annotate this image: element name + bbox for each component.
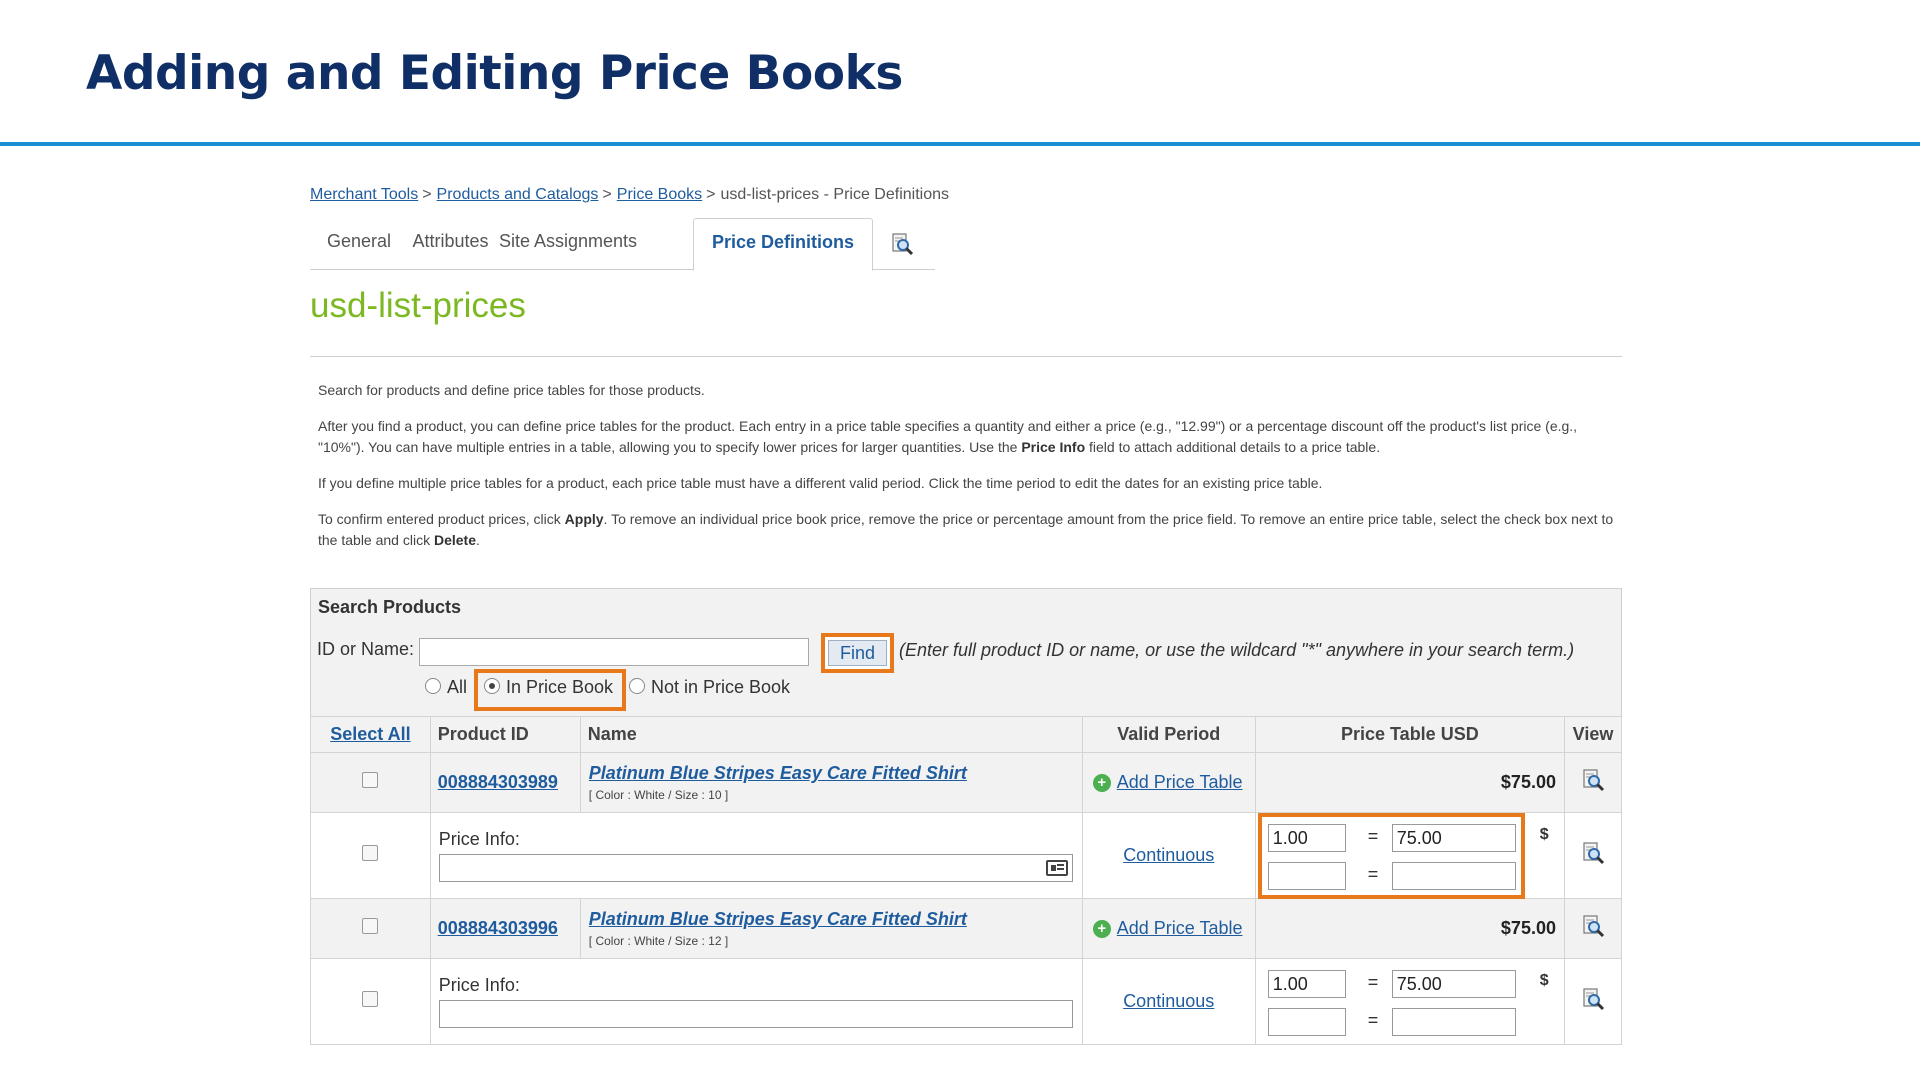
price-info-input[interactable]	[438, 1000, 1073, 1028]
price-info-input[interactable]	[438, 854, 1073, 882]
equals-sign: =	[1367, 863, 1379, 884]
price-info-label: Price Info:	[438, 829, 520, 849]
tab-general[interactable]: General	[310, 218, 408, 270]
price-info-label: Price Info:	[438, 975, 520, 995]
product-id-link[interactable]: 008884303989	[438, 772, 558, 792]
price-table-entries: 1.00 = 75.00 $ =	[1256, 812, 1564, 899]
filter-not-in-price-book[interactable]: Not in Price Book	[629, 677, 790, 698]
quantity-input[interactable]	[1267, 861, 1346, 890]
filter-label: In Price Book	[506, 677, 614, 697]
price-input[interactable]	[1391, 1007, 1516, 1036]
select-all-link[interactable]: Select All	[310, 716, 431, 753]
price-table-checkbox[interactable]	[362, 991, 379, 1007]
id-or-name-input[interactable]	[419, 638, 809, 666]
slide-title: Adding and Editing Price Books	[86, 46, 903, 101]
product-attributes: [ Color : White / Size : 12 ]	[588, 934, 729, 948]
filter-label: All	[447, 677, 468, 697]
equals-sign: =	[1367, 825, 1379, 846]
description-paragraph: To confirm entered product prices, click…	[318, 511, 1614, 548]
table-row: 008884303996 Platinum Blue Stripes Easy …	[310, 898, 1623, 959]
tab-bar: General Attributes Site Assignments Pric…	[310, 218, 935, 271]
currency-symbol: $	[1539, 971, 1549, 989]
table-row: Price Info: Continuous 1.00 = 75.00 $ =	[310, 958, 1623, 1045]
quantity-input[interactable]: 1.00	[1267, 823, 1346, 852]
price-table-checkbox[interactable]	[362, 845, 379, 861]
column-header-price-table: Price Table USD	[1254, 716, 1565, 753]
column-header-valid-period: Valid Period	[1081, 716, 1256, 753]
search-hint: (Enter full product ID or name, or use t…	[899, 640, 1575, 660]
product-checkbox[interactable]	[362, 772, 379, 788]
pricebook-name: usd-list-prices	[310, 286, 526, 325]
equals-sign: =	[1367, 971, 1379, 992]
price-table-entries: 1.00 = 75.00 $ =	[1256, 960, 1564, 1044]
currency-symbol: $	[1539, 825, 1549, 843]
breadcrumb-separator: >	[706, 186, 716, 203]
price-input[interactable]: 75.00	[1391, 969, 1516, 998]
search-panel-title: Search Products	[318, 597, 462, 617]
price-input[interactable]	[1391, 861, 1516, 890]
radio-button[interactable]	[425, 678, 441, 694]
quantity-input[interactable]: 1.00	[1267, 969, 1346, 998]
divider	[310, 356, 1622, 357]
product-price: $75.00	[1254, 752, 1565, 813]
find-highlight: Find	[821, 633, 894, 673]
view-icon[interactable]	[1581, 768, 1605, 792]
filter-all[interactable]: All	[425, 677, 467, 698]
product-attributes: [ Color : White / Size : 10 ]	[588, 788, 729, 802]
valid-period-link[interactable]: Continuous	[1123, 845, 1214, 865]
view-icon[interactable]	[1581, 914, 1605, 938]
description-paragraph: After you find a product, you can define…	[318, 418, 1578, 455]
product-id-link[interactable]: 008884303996	[438, 918, 558, 938]
product-name-link[interactable]: Platinum Blue Stripes Easy Care Fitted S…	[589, 763, 967, 783]
breadcrumb-separator: >	[602, 186, 612, 203]
breadcrumb-merchant-tools[interactable]: Merchant Tools	[310, 186, 418, 203]
product-price: $75.00	[1254, 898, 1565, 959]
price-input[interactable]: 75.00	[1391, 823, 1516, 852]
breadcrumb: Merchant Tools > Products and Catalogs > Pri…	[310, 186, 949, 204]
add-icon: +	[1092, 920, 1111, 938]
add-icon: +	[1092, 774, 1111, 792]
tab-site-assignments[interactable]: Site Assignments	[493, 218, 643, 270]
details-card-icon[interactable]	[1045, 860, 1068, 876]
table-row: Price Info: Continuous 1.00 = 75.00 $ =	[310, 812, 1623, 899]
tab-attributes[interactable]: Attributes	[408, 218, 493, 270]
description-paragraph: If you define multiple price tables for …	[318, 475, 1323, 491]
radio-button-selected[interactable]	[484, 678, 500, 694]
id-or-name-label: ID or Name:	[317, 639, 415, 659]
product-checkbox[interactable]	[362, 918, 379, 934]
radio-button[interactable]	[629, 678, 645, 694]
search-products-panel: Search Products ID or Name: Find (Enter …	[310, 588, 1622, 716]
products-table: Select All Product ID Name Valid Period …	[310, 716, 1623, 1045]
find-button[interactable]: Find	[828, 640, 887, 666]
view-icon[interactable]	[890, 232, 914, 256]
product-name-link[interactable]: Platinum Blue Stripes Easy Care Fitted S…	[589, 909, 967, 929]
description-paragraph: Search for products and define price tab…	[318, 382, 705, 398]
title-divider	[0, 142, 1920, 146]
add-price-table-link[interactable]: Add Price Table	[1117, 918, 1243, 938]
valid-period-link[interactable]: Continuous	[1123, 991, 1214, 1011]
view-icon[interactable]	[1581, 841, 1605, 865]
view-icon[interactable]	[1581, 987, 1605, 1011]
breadcrumb-separator: >	[422, 186, 432, 203]
table-header-row: Select All Product ID Name Valid Period …	[310, 716, 1623, 753]
filter-label: Not in Price Book	[651, 677, 791, 697]
breadcrumb-price-books[interactable]: Price Books	[617, 186, 702, 203]
breadcrumb-products-and-catalogs[interactable]: Products and Catalogs	[437, 186, 599, 203]
column-header-name: Name	[579, 716, 1083, 753]
add-price-table-link[interactable]: Add Price Table	[1117, 772, 1243, 792]
quantity-input[interactable]	[1267, 1007, 1346, 1036]
table-row: 008884303989 Platinum Blue Stripes Easy …	[310, 752, 1623, 813]
column-header-product-id: Product ID	[429, 716, 581, 753]
tab-price-definitions[interactable]: Price Definitions	[693, 218, 873, 271]
equals-sign: =	[1367, 1009, 1379, 1030]
breadcrumb-current: usd-list-prices - Price Definitions	[720, 186, 949, 203]
column-header-view: View	[1563, 716, 1623, 753]
filter-in-price-book[interactable]: In Price Book	[484, 677, 613, 698]
